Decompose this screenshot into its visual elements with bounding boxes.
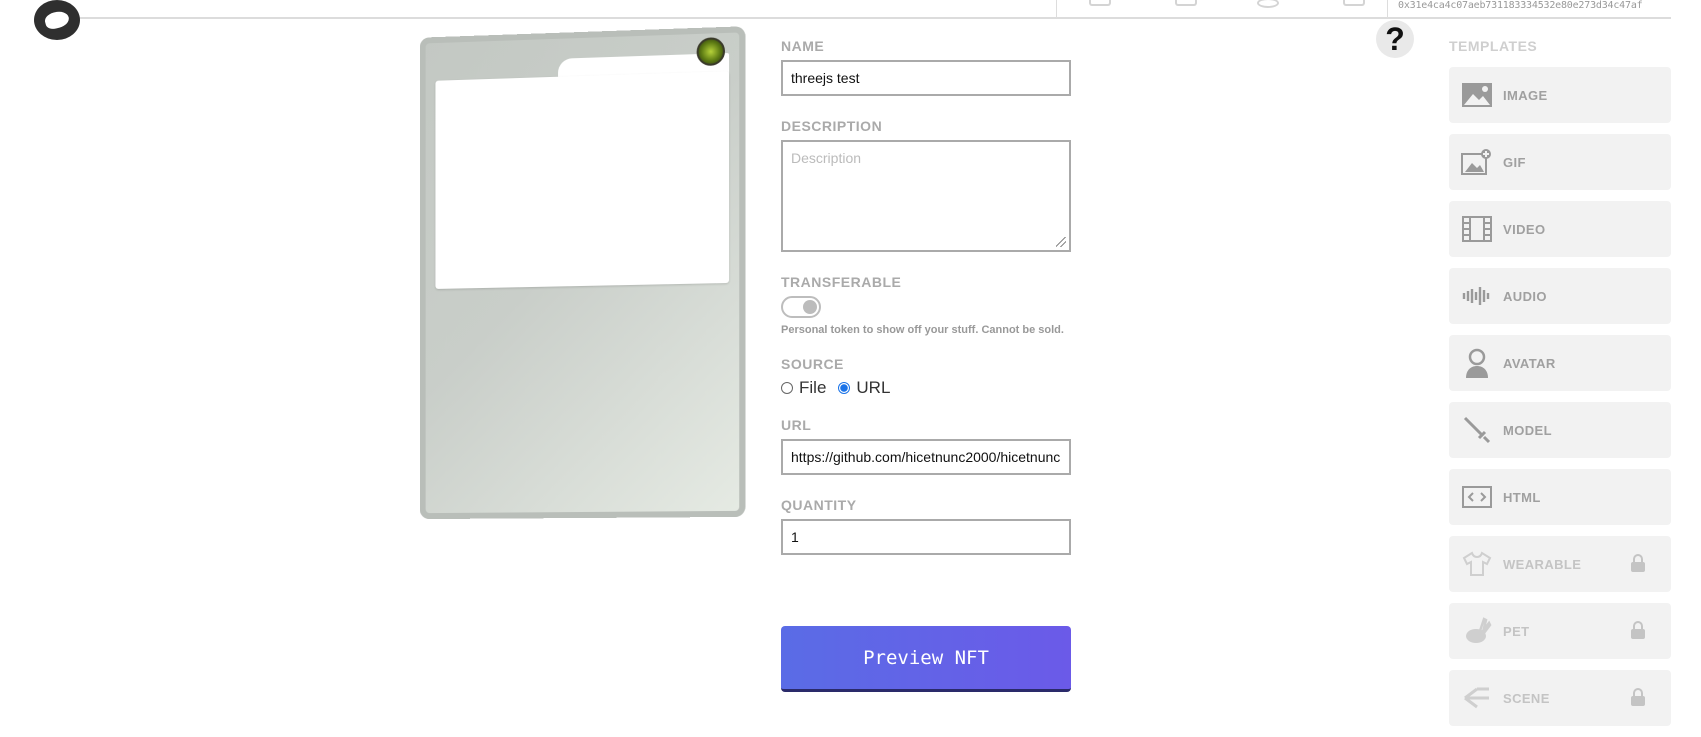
gif-icon xyxy=(1461,148,1493,176)
scene-icon xyxy=(1461,684,1493,712)
lock-icon xyxy=(1631,554,1645,572)
image-icon xyxy=(1461,81,1493,109)
template-wearable[interactable]: WEARABLE xyxy=(1449,536,1671,592)
description-textarea[interactable]: Description xyxy=(781,140,1071,252)
transferable-note: Personal token to show off your stuff. C… xyxy=(781,324,1064,336)
template-label: MODEL xyxy=(1503,422,1552,438)
template-scene[interactable]: SCENE xyxy=(1449,670,1671,726)
toolbar-icon-4[interactable] xyxy=(1343,0,1365,6)
resize-grip-icon[interactable] xyxy=(1056,237,1066,247)
template-label: SCENE xyxy=(1503,690,1550,706)
source-url-label[interactable]: URL xyxy=(856,378,890,398)
templates-title: TEMPLATES xyxy=(1449,38,1538,54)
template-pet[interactable]: PET xyxy=(1449,603,1671,659)
template-model[interactable]: MODEL xyxy=(1449,402,1671,458)
transferable-label: TRANSFERABLE xyxy=(781,274,902,290)
sword-icon xyxy=(1461,416,1493,444)
url-label: URL xyxy=(781,417,812,433)
template-avatar[interactable]: AVATAR xyxy=(1449,335,1671,391)
card-image-area xyxy=(435,71,730,289)
template-label: VIDEO xyxy=(1503,221,1546,237)
top-toolbar xyxy=(1056,0,1388,18)
film-icon xyxy=(1461,215,1493,243)
template-label: WEARABLE xyxy=(1503,556,1582,572)
wallet-address[interactable]: 0x31e4ca4c07aeb731183334532e80e273d34c47… xyxy=(1398,0,1643,11)
lock-icon xyxy=(1631,621,1645,639)
template-image[interactable]: IMAGE xyxy=(1449,67,1671,123)
avatar-icon xyxy=(1461,348,1493,378)
shirt-icon xyxy=(1461,550,1493,578)
source-file-radio[interactable] xyxy=(781,382,793,394)
url-input[interactable]: https://github.com/hicetnunc2000/hicetnu… xyxy=(781,439,1071,475)
help-button[interactable]: ? xyxy=(1376,20,1414,58)
template-label: IMAGE xyxy=(1503,87,1548,103)
transferable-toggle[interactable] xyxy=(781,296,821,318)
description-placeholder: Description xyxy=(791,150,862,166)
nft-card-preview xyxy=(419,26,746,520)
quantity-input[interactable]: 1 xyxy=(781,519,1071,555)
template-label: GIF xyxy=(1503,154,1526,170)
source-file-label[interactable]: File xyxy=(799,378,826,398)
template-label: AVATAR xyxy=(1503,355,1556,371)
template-label: AUDIO xyxy=(1503,288,1547,304)
rabbit-icon xyxy=(1461,617,1493,645)
templates-panel: TEMPLATES IMAGE GIF VIDEO AUDIO AVATAR M… xyxy=(1449,38,1671,737)
name-label: NAME xyxy=(781,38,825,54)
template-gif[interactable]: GIF xyxy=(1449,134,1671,190)
header-divider xyxy=(60,17,1671,19)
toolbar-icon-1[interactable] xyxy=(1089,0,1111,6)
description-label: DESCRIPTION xyxy=(781,118,883,134)
name-input[interactable]: threejs test xyxy=(781,60,1071,96)
source-radio-group: File URL xyxy=(781,378,1071,398)
code-icon xyxy=(1461,483,1493,511)
lock-icon xyxy=(1631,688,1645,706)
source-url-radio[interactable] xyxy=(838,382,851,394)
preview-nft-button[interactable]: Preview NFT xyxy=(781,626,1071,692)
template-html[interactable]: HTML xyxy=(1449,469,1671,525)
quantity-label: QUANTITY xyxy=(781,497,857,513)
template-label: PET xyxy=(1503,623,1530,639)
template-audio[interactable]: AUDIO xyxy=(1449,268,1671,324)
toolbar-icon-3[interactable] xyxy=(1257,0,1279,8)
toolbar-icon-2[interactable] xyxy=(1175,0,1197,6)
mint-form: NAME threejs test DESCRIPTION Descriptio… xyxy=(781,38,1071,555)
audio-wave-icon xyxy=(1461,282,1493,310)
logo-icon[interactable] xyxy=(34,0,80,40)
template-video[interactable]: VIDEO xyxy=(1449,201,1671,257)
template-label: HTML xyxy=(1503,489,1541,505)
source-label: SOURCE xyxy=(781,356,844,372)
